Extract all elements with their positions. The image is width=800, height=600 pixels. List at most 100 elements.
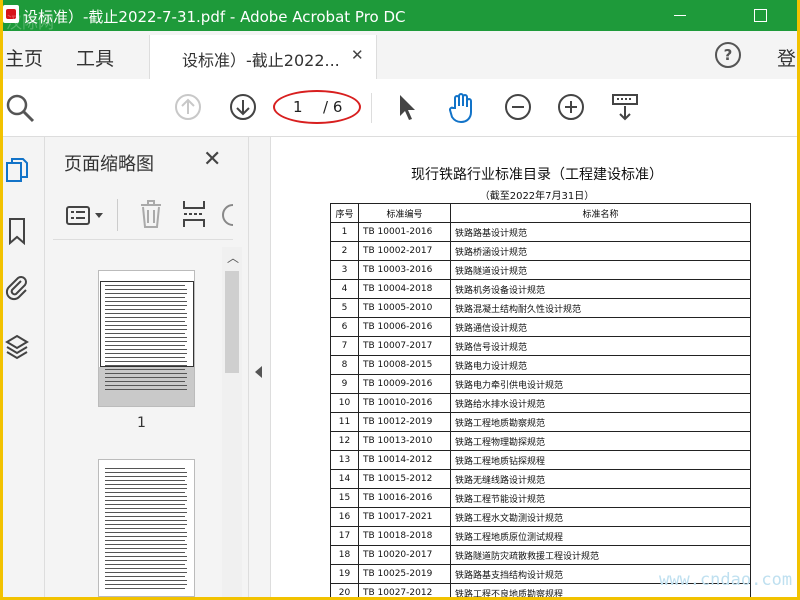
standard-code: TB 10025-2019	[358, 564, 451, 584]
table-row: 15 TB 10016-2016 铁路工程节能设计规范	[330, 488, 751, 508]
thumbnail-line	[105, 345, 185, 346]
tab-tools[interactable]: 工具	[76, 44, 114, 71]
standard-code: TB 10014-2012	[358, 450, 451, 470]
standard-code: TB 10013-2010	[358, 431, 451, 451]
thumbnail-line	[105, 504, 185, 505]
table-row: 9 TB 10009-2016 铁路电力牵引供电设计规范	[330, 374, 751, 394]
maximize-button[interactable]	[745, 4, 775, 26]
thumbnail-line	[105, 540, 185, 541]
thumbnail-line	[105, 512, 187, 513]
thumbnail-line	[105, 389, 187, 390]
document-title: 现行铁路行业标准目录（工程建设标准）	[411, 167, 663, 183]
scroll-up-arrow-icon[interactable]: ︿	[227, 249, 239, 266]
next-page-icon[interactable]	[228, 92, 258, 126]
thumbnail-line	[105, 381, 185, 382]
thumbnail-line	[105, 572, 187, 573]
keyboard-tool-icon[interactable]	[610, 92, 640, 126]
document-tab-label: 设标准）-截止2022...	[182, 51, 340, 70]
standard-code: TB 10005-2010	[358, 298, 451, 318]
page-current-input[interactable]: 1	[293, 98, 303, 116]
page-thumbnail-1[interactable]	[98, 270, 195, 407]
previous-page-icon[interactable]	[173, 92, 203, 126]
thumbnail-line	[105, 293, 187, 294]
rotate-page-icon[interactable]	[221, 201, 241, 233]
row-number: 18	[330, 545, 359, 565]
watermark-bottom-right: www.cndao.com	[659, 570, 793, 590]
row-number: 8	[330, 355, 359, 375]
document-view[interactable]: 现行铁路行业标准目录（工程建设标准） （截至2022年7月31日） 序号 标准编…	[271, 137, 797, 597]
minimize-button[interactable]	[660, 6, 700, 26]
standard-code: TB 10009-2016	[358, 374, 451, 394]
insert-page-icon[interactable]	[181, 199, 207, 233]
table-row: 5 TB 10005-2010 铁路混凝土结构耐久性设计规范	[330, 298, 751, 318]
thumbnail-line	[105, 309, 185, 310]
standard-name: 铁路工程节能设计规范	[450, 488, 751, 508]
page-thumbnails-icon[interactable]	[5, 157, 29, 185]
row-number: 9	[330, 374, 359, 394]
row-number: 16	[330, 507, 359, 527]
table-row: 8 TB 10008-2015 铁路电力设计规范	[330, 355, 751, 375]
thumbnail-line	[105, 357, 185, 358]
tab-bar: 主页 工具 设标准）-截止2022... ✕ ? 登	[3, 31, 797, 79]
standard-name: 铁路隧道设计规范	[450, 260, 751, 280]
panel-scrollbar-thumb[interactable]	[225, 271, 239, 373]
standard-code: TB 10016-2016	[358, 488, 451, 508]
thumbnail-line	[105, 353, 187, 354]
thumbnail-line	[105, 377, 187, 378]
page-thumbnail-label: 1	[137, 415, 146, 431]
close-panel-icon[interactable]: ✕	[203, 147, 221, 172]
thumbnail-line	[105, 496, 187, 497]
standard-name: 铁路工程物理勘探规范	[450, 431, 751, 451]
thumbnail-options-icon[interactable]	[65, 203, 109, 233]
layers-icon[interactable]	[5, 333, 29, 361]
zoom-in-icon[interactable]	[556, 92, 586, 126]
hand-tool-icon[interactable]	[447, 92, 477, 128]
thumbnail-line	[105, 500, 187, 501]
standard-name: 铁路工程地质钻探规程	[450, 450, 751, 470]
login-button[interactable]: 登	[777, 44, 796, 71]
thumbnail-line	[105, 305, 187, 306]
thumbnail-line	[105, 325, 187, 326]
thumbnail-line	[105, 337, 187, 338]
standard-name: 铁路工程水文勘测设计规范	[450, 507, 751, 527]
standard-name: 铁路混凝土结构耐久性设计规范	[450, 298, 751, 318]
thumbnail-line	[105, 349, 187, 350]
help-icon[interactable]: ?	[715, 42, 741, 68]
close-tab-icon[interactable]: ✕	[351, 46, 364, 64]
table-row: 2 TB 10002-2017 铁路桥涵设计规范	[330, 241, 751, 261]
page-number-field[interactable]: 1 / 6	[273, 90, 361, 124]
thumbnail-line	[105, 584, 187, 585]
zoom-out-icon[interactable]	[503, 92, 533, 126]
table-row: 3 TB 10003-2016 铁路隧道设计规范	[330, 260, 751, 280]
attachments-icon[interactable]	[5, 273, 29, 301]
standard-name: 铁路隧道防灾疏散救援工程设计规范	[450, 545, 751, 565]
app-window: 设标准）-截止2022-7-31.pdf - Adobe Acrobat Pro…	[3, 0, 797, 597]
row-number: 6	[330, 317, 359, 337]
thumbnail-line	[105, 516, 185, 517]
select-cursor-icon[interactable]	[396, 92, 418, 126]
thumbnail-line	[105, 301, 187, 302]
thumbnail-line	[105, 560, 187, 561]
tab-home[interactable]: 主页	[5, 44, 43, 71]
row-number: 20	[330, 583, 359, 597]
search-icon[interactable]	[5, 93, 35, 123]
tab-document[interactable]: 设标准）-截止2022... ✕	[149, 35, 377, 79]
panel-collapse-strip[interactable]	[249, 137, 271, 597]
thumbnail-line	[105, 576, 185, 577]
standard-name: 铁路通信设计规范	[450, 317, 751, 337]
collapse-arrow-icon[interactable]	[255, 366, 262, 378]
delete-page-icon[interactable]	[138, 199, 164, 233]
document-subtitle: （截至2022年7月31日）	[479, 191, 595, 202]
row-number: 13	[330, 450, 359, 470]
bookmarks-icon[interactable]	[5, 217, 29, 246]
panel-toolbar-divider	[117, 199, 118, 231]
standard-code: TB 10002-2017	[358, 241, 451, 261]
standard-code: TB 10006-2016	[358, 317, 451, 337]
standard-name: 铁路无缝线路设计规范	[450, 469, 751, 489]
thumbnail-line	[105, 476, 187, 477]
thumbnail-line	[105, 369, 185, 370]
thumbnail-line	[105, 532, 187, 533]
thumbnail-line	[105, 484, 187, 485]
page-thumbnail-2[interactable]	[98, 459, 195, 597]
title-bar: 设标准）-截止2022-7-31.pdf - Adobe Acrobat Pro…	[3, 0, 797, 31]
